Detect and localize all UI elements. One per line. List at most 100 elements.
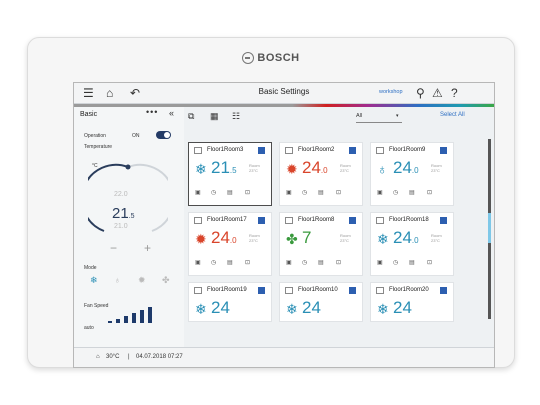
scrollbar-thumb[interactable] [488, 213, 491, 243]
schedule-icon: ▤ [409, 190, 415, 196]
room-tile[interactable]: Floor1Room8 ✤ 7 Room 23°C ▣ ◷ ▤ ⊡ [279, 212, 363, 276]
tile-checkbox[interactable] [440, 287, 447, 294]
room-tile[interactable]: Floor1Room20 ❄ 24 [370, 282, 454, 322]
filter-select[interactable]: All [356, 113, 362, 119]
tile-footer: ▣ ◷ ▤ ⊡ [195, 259, 267, 267]
tile-checkbox[interactable] [258, 217, 265, 224]
more-icon[interactable]: ••• [146, 107, 158, 117]
mode-selector: ❄ ♁ ✹ ✤ [82, 275, 176, 289]
fan-bar-4[interactable] [132, 313, 136, 323]
grid-view-icon[interactable]: ▦ [210, 111, 219, 122]
tile-footer: ▣ ◷ ▤ ⊡ [286, 259, 358, 267]
top-bar: ☰ ⌂ ↶ Basic Settings workshop ⚲ ⚠ ? [74, 83, 494, 104]
mode-small-icon: ▣ [195, 190, 201, 196]
fan-speed-label: Fan Speed [84, 303, 109, 309]
setpoint-temp: 24 [302, 298, 321, 317]
cool-icon: ❄ [377, 301, 389, 317]
room-tile[interactable]: Floor1Room2 ✹ 24.0 Room 23°C ▣ ◷ ▤ ⊡ [279, 142, 363, 206]
setpoint-temp: 24.0 [211, 228, 237, 247]
cool-icon: ❄ [195, 161, 207, 177]
heat-icon[interactable]: ✹ [138, 275, 146, 286]
left-panel: Basic ••• « Operation ON Temperature °C … [74, 107, 184, 347]
brand-name: BOSCH [257, 52, 300, 64]
fan-bar-1[interactable] [108, 321, 112, 323]
cool-icon: ❄ [195, 301, 207, 317]
fan-bar-3[interactable] [124, 316, 128, 323]
tile-footer: ▣ ◷ ▤ ⊡ [377, 189, 449, 197]
unit-label: °C [92, 163, 98, 169]
fan-icon: ✤ [286, 231, 298, 247]
schedule-icon: ▤ [409, 260, 415, 266]
setpoint-lower: 21.0 [114, 223, 128, 230]
chevron-down-icon[interactable]: ▾ [396, 113, 399, 119]
outdoor-house-icon: ⌂ [96, 354, 100, 360]
room-tile[interactable]: Floor1Room19 ❄ 24 [188, 282, 272, 322]
mode-small-icon: ▣ [195, 260, 201, 266]
dry-icon[interactable]: ♁ [114, 275, 121, 285]
operation-value: ON [132, 133, 140, 139]
room-name: Floor1Room8 [298, 217, 335, 223]
timer-icon: ◷ [393, 260, 399, 266]
status-separator: | [128, 354, 130, 360]
lock-icon: ⊡ [336, 190, 342, 196]
timer-icon: ◷ [211, 260, 217, 266]
unit-icon [285, 147, 293, 154]
list-view-icon[interactable]: ☷ [232, 111, 240, 122]
setpoint-temp: 24.0 [302, 158, 328, 177]
fit-icon[interactable]: ⧉ [188, 111, 194, 122]
room-tile[interactable]: Floor1Room9 ♁ 24.0 Room 23°C ▣ ◷ ▤ ⊡ [370, 142, 454, 206]
fan-icon[interactable]: ✤ [162, 275, 170, 286]
tile-checkbox[interactable] [440, 217, 447, 224]
screen: ☰ ⌂ ↶ Basic Settings workshop ⚲ ⚠ ? Basi… [73, 82, 495, 368]
room-name: Floor1Room18 [389, 217, 429, 223]
select-all-link[interactable]: Select All [440, 112, 465, 118]
room-tile[interactable]: Floor1Room3 ❄ 21.5 Room 23°C ▣ ◷ ▤ ⊡ [188, 142, 272, 206]
temperature-dial[interactable] [88, 161, 168, 241]
user-icon[interactable]: ⚲ [416, 85, 425, 101]
setpoint-temp: 24.0 [393, 158, 419, 177]
timer-icon: ◷ [393, 190, 399, 196]
operation-toggle[interactable] [156, 131, 171, 139]
tile-checkbox[interactable] [349, 287, 356, 294]
unit-icon [285, 217, 293, 224]
schedule-icon: ▤ [318, 260, 324, 266]
cool-icon[interactable]: ❄ [90, 275, 98, 286]
tile-checkbox[interactable] [349, 217, 356, 224]
fan-bar-2[interactable] [116, 319, 120, 323]
lock-icon: ⊡ [427, 190, 433, 196]
mode-small-icon: ▣ [286, 190, 292, 196]
fan-speed-value: auto [84, 325, 94, 331]
setpoint-temp: 24 [211, 298, 230, 317]
tile-checkbox[interactable] [258, 147, 265, 154]
unit-icon [194, 287, 202, 294]
decrease-button[interactable]: − [110, 241, 117, 255]
tile-checkbox[interactable] [258, 287, 265, 294]
timer-icon: ◷ [211, 190, 217, 196]
unit-icon [376, 147, 384, 154]
help-icon[interactable]: ? [451, 85, 458, 101]
room-tile[interactable]: Floor1Room17 ✹ 24.0 Room 23°C ▣ ◷ ▤ ⊡ [188, 212, 272, 276]
setpoint-temp: 24 [393, 298, 412, 317]
datetime: 04.07.2018 07:27 [136, 354, 183, 360]
increase-button[interactable]: + [144, 241, 151, 255]
warning-icon[interactable]: ⚠ [432, 85, 443, 101]
unit-icon [376, 217, 384, 224]
fan-bar-5[interactable] [140, 310, 144, 323]
tile-checkbox[interactable] [349, 147, 356, 154]
tile-checkbox[interactable] [440, 147, 447, 154]
room-tile[interactable]: Floor1Room10 ❄ 24 [279, 282, 363, 322]
room-name: Floor1Room2 [298, 147, 335, 153]
temperature-label: Temperature [84, 144, 113, 150]
fan-bar-6[interactable] [148, 307, 152, 323]
unit-icon [285, 287, 293, 294]
mode-small-icon: ▣ [377, 190, 383, 196]
collapse-icon[interactable]: « [169, 108, 174, 118]
status-bar: ⌂ 30°C | 04.07.2018 07:27 [74, 347, 494, 367]
tile-footer: ▣ ◷ ▤ ⊡ [377, 259, 449, 267]
operation-label: Operation [84, 133, 106, 139]
setpoint-temp: 24.0 [393, 228, 419, 247]
room-tile[interactable]: Floor1Room18 ❄ 24.0 Room 23°C ▣ ◷ ▤ ⊡ [370, 212, 454, 276]
room-name: Floor1Room17 [207, 217, 247, 223]
workspace-link[interactable]: workshop [379, 89, 403, 95]
filter-underline [356, 122, 402, 123]
